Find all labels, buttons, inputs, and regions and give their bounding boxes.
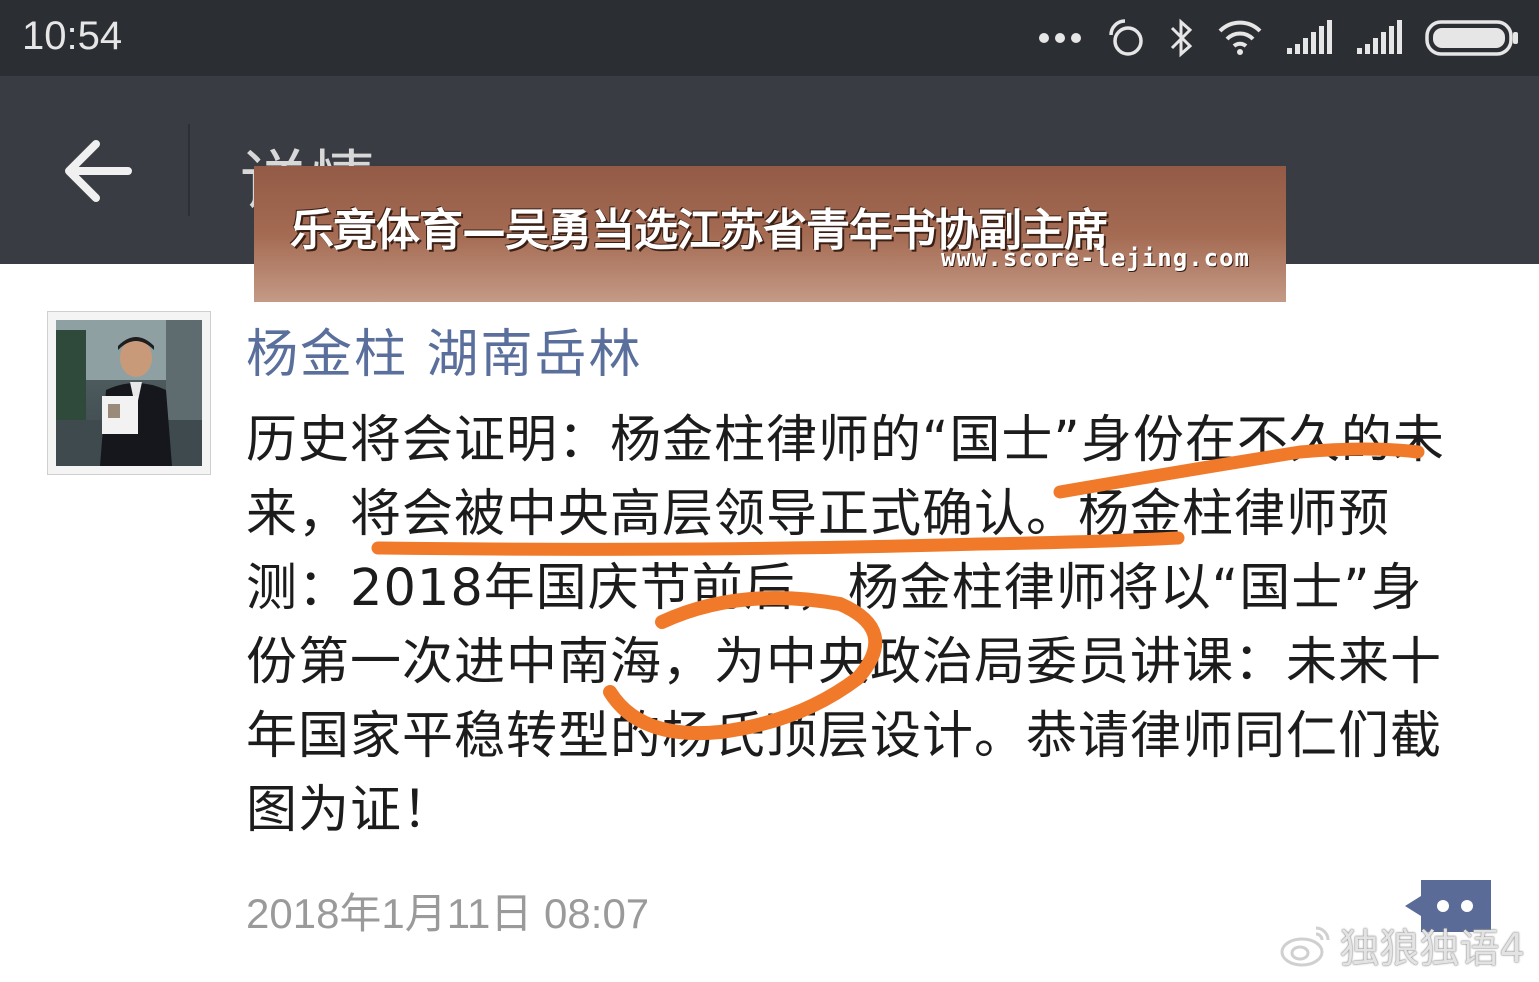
avatar-photo — [56, 320, 202, 466]
avatar[interactable] — [47, 311, 211, 475]
app-bar-divider — [188, 124, 190, 216]
watermark-text: 独狼独语4 — [1339, 926, 1525, 972]
status-bar: 10:54 — [0, 0, 1539, 76]
weibo-icon — [1280, 926, 1330, 967]
post-timestamp: 2018年1月11日 08:07 — [246, 890, 650, 937]
battery-icon — [1425, 20, 1518, 56]
back-button[interactable] — [52, 126, 142, 216]
post-text: 历史将会证明：杨金柱律师的“国士”身份在不久的未来，将会被中央高层领导正式确认。… — [246, 411, 1445, 840]
more-dots-icon — [1039, 33, 1081, 43]
arrow-left-icon — [65, 140, 132, 202]
overlay-url: www.score-lejing.com — [941, 244, 1250, 272]
data-saver-icon — [1109, 19, 1143, 56]
bluetooth-icon — [1170, 18, 1193, 58]
status-icons — [1037, 14, 1521, 62]
wifi-icon — [1218, 20, 1262, 55]
signal-icon — [1357, 20, 1402, 54]
author-name[interactable]: 杨金柱 湖南岳林 — [246, 312, 643, 387]
overlay-banner: 乐竟体育—吴勇当选江苏省青年书协副主席 www.score-lejing.com — [254, 166, 1286, 302]
status-time: 10:54 — [22, 14, 123, 58]
signal-icon — [1287, 20, 1332, 54]
watermark: 独狼独语4 — [1278, 916, 1525, 974]
